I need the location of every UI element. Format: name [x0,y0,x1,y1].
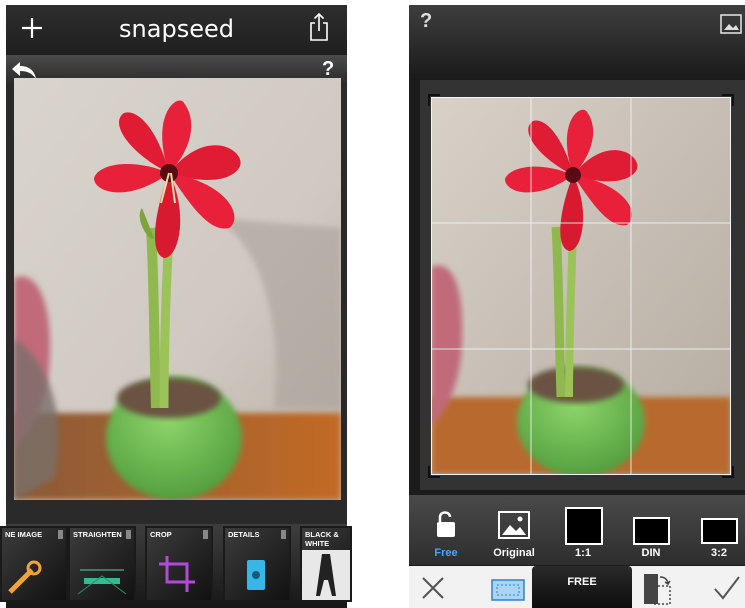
tool-crop[interactable]: CROP [145,526,213,602]
crop-top-bar [409,5,745,80]
undo-icon[interactable] [10,60,38,80]
cancel-icon[interactable] [420,575,446,601]
share-icon[interactable] [308,12,330,42]
sharpener-icon [247,560,265,590]
image-compare-icon[interactable] [720,14,742,34]
confirm-check-icon[interactable] [712,574,742,602]
tool-details[interactable]: DETAILS [223,526,291,602]
crop-handles[interactable] [428,94,734,478]
ratio-3-2-shape [701,518,738,544]
din-ratio-shape [633,517,670,545]
aspect-option-3-2[interactable]: 3:2 [684,505,745,563]
crop-mode-tab[interactable]: FREE [532,566,632,608]
app-title: snapseed [119,15,234,43]
straighten-icon [77,569,127,595]
aspect-option-free[interactable]: Free [411,505,481,563]
tool-black-white[interactable]: BLACK & WHITE [300,526,352,602]
tool-tune-image[interactable]: NE IMAGE [0,526,68,602]
crop-help-button[interactable]: ? [420,10,432,33]
photo-preview [14,78,341,500]
aspect-ratio-icon[interactable] [491,576,525,602]
square-ratio-shape [565,507,603,545]
unlock-icon [437,511,455,537]
aspect-option-din[interactable]: DIN [616,505,686,563]
eiffel-tower-icon [302,550,350,600]
wrench-icon [8,560,42,594]
image-icon [498,511,530,539]
tool-straighten[interactable]: STRAIGHTEN [68,526,136,602]
aspect-option-original[interactable]: Original [479,505,549,563]
crop-icon [159,556,195,592]
aspect-option-1-1[interactable]: 1:1 [548,505,618,563]
rotate-icon[interactable] [642,572,672,606]
